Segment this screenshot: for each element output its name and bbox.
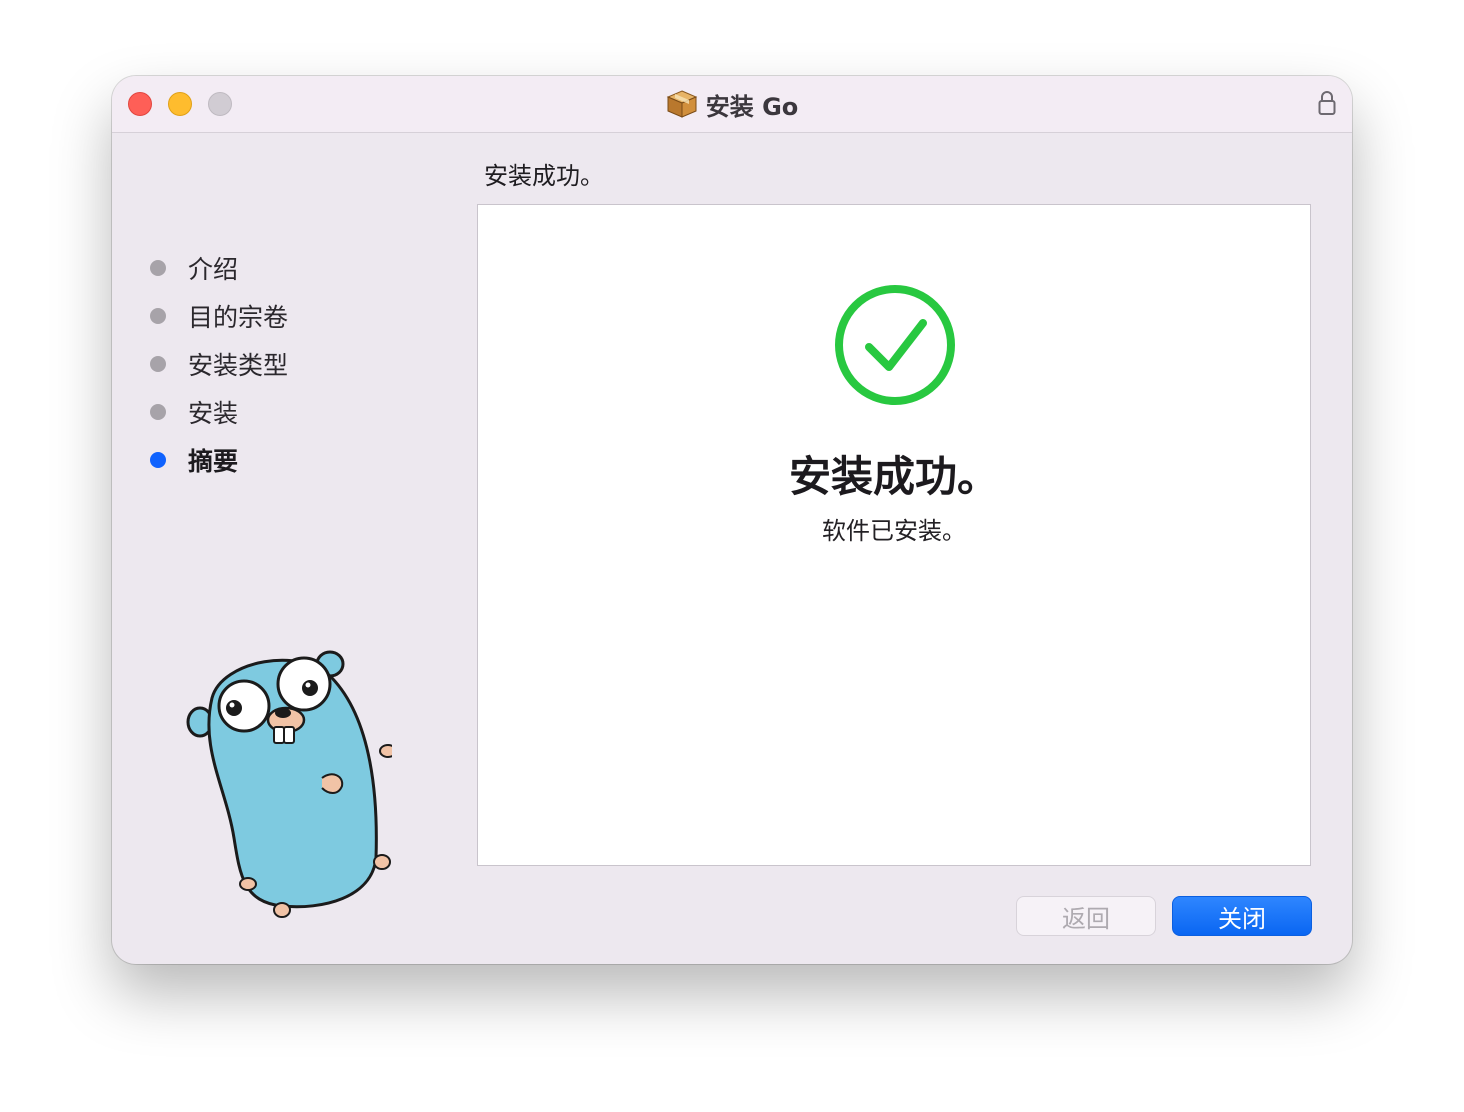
step-label: 介绍: [188, 255, 239, 284]
step-label: 摘要: [188, 447, 239, 476]
lock-icon[interactable]: [1318, 90, 1336, 116]
window-title-group: 安装 Go: [112, 76, 1352, 132]
success-subtitle: 软件已安装。: [822, 517, 966, 545]
step-current-dot: [150, 452, 166, 468]
close-button[interactable]: 关闭: [1172, 896, 1312, 936]
step-summary: 摘要: [150, 436, 288, 484]
package-icon: [666, 90, 697, 118]
step-label: 目的宗卷: [188, 303, 289, 332]
step-label: 安装: [188, 399, 239, 428]
step-status-dot: [150, 260, 166, 276]
step-status-dot: [150, 404, 166, 420]
back-button[interactable]: 返回: [1016, 896, 1156, 936]
gopher-mascot: [186, 650, 392, 918]
step-installation: 安装: [150, 388, 288, 436]
installer-steps: 介绍 目的宗卷 安装类型 安装 摘要: [150, 244, 288, 484]
step-status-dot: [150, 356, 166, 372]
page-heading: 安装成功。: [484, 162, 604, 190]
step-status-dot: [150, 308, 166, 324]
step-installation-type: 安装类型: [150, 340, 288, 388]
step-introduction: 介绍: [150, 244, 288, 292]
success-title: 安装成功。: [788, 452, 999, 501]
checkmark-circle-icon: [835, 285, 955, 405]
step-label: 安装类型: [188, 351, 289, 380]
window-title: 安装 Go: [705, 92, 799, 121]
step-destination: 目的宗卷: [150, 292, 288, 340]
installer-window: 安装 Go 介绍 目的宗卷 安装类型 安装 摘要 安装成功。 安装成功。 软件已…: [112, 76, 1352, 964]
summary-panel: 安装成功。 软件已安装。: [477, 204, 1311, 866]
title-bar[interactable]: 安装 Go: [112, 76, 1352, 133]
